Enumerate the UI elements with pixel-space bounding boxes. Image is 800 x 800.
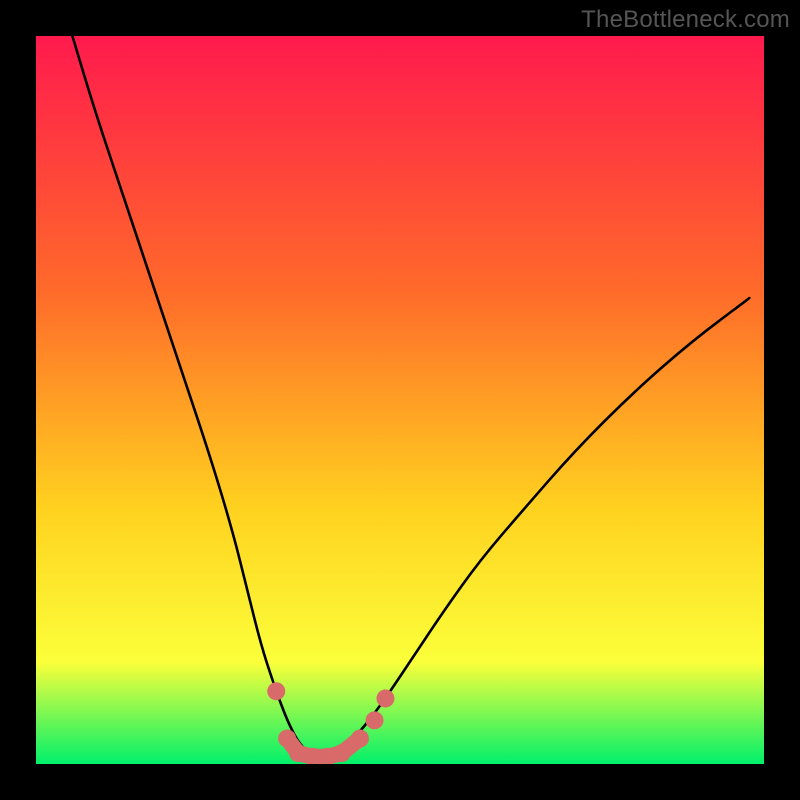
curve-marker xyxy=(333,744,351,762)
outer-frame: TheBottleneck.com xyxy=(0,0,800,800)
chart-svg xyxy=(36,36,764,764)
curve-marker xyxy=(267,682,285,700)
curve-marker xyxy=(278,730,296,748)
curve-marker xyxy=(376,689,394,707)
curve-marker xyxy=(351,730,369,748)
plot-area xyxy=(36,36,764,764)
curve-marker xyxy=(366,711,384,729)
watermark-text: TheBottleneck.com xyxy=(581,6,790,34)
gradient-background xyxy=(36,36,764,764)
